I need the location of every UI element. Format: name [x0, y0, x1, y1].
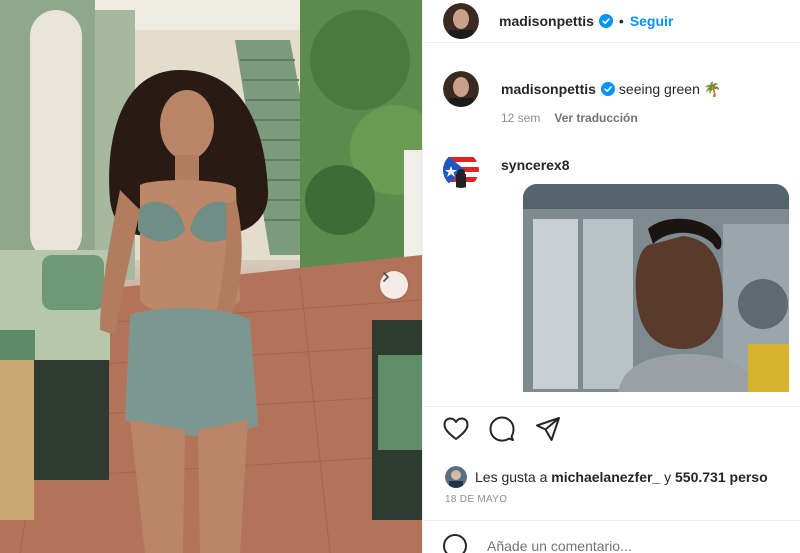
- likes-summary: Les gusta a michaelanezfer_ y 550.731 pe…: [445, 466, 768, 488]
- caption-avatar[interactable]: [443, 71, 479, 107]
- chevron-right-icon: [383, 272, 389, 282]
- likes-middle: y: [664, 469, 672, 485]
- likes-suffix[interactable]: perso: [730, 469, 768, 485]
- commenter-avatar[interactable]: [443, 152, 479, 188]
- caption-username[interactable]: madisonpettis: [501, 81, 596, 97]
- flag-avatar-image: [443, 152, 479, 188]
- post-image[interactable]: [0, 0, 422, 553]
- share-icon: [536, 417, 560, 441]
- post-photo: [0, 0, 422, 553]
- comment-icon: [489, 416, 515, 442]
- comment-button[interactable]: [487, 414, 517, 444]
- verified-icon: [598, 14, 613, 28]
- emoji-icon[interactable]: [443, 534, 467, 553]
- like-button[interactable]: [441, 414, 471, 444]
- post-actions: [423, 406, 800, 451]
- liker-username[interactable]: michaelanezfer_: [551, 469, 660, 485]
- likes-prefix: Les gusta a: [475, 469, 548, 485]
- next-image-button[interactable]: [380, 271, 408, 299]
- author-avatar[interactable]: [443, 3, 479, 39]
- avatar-image: [443, 3, 479, 39]
- commenter-username[interactable]: syncerex8: [501, 157, 570, 173]
- post-header: madisonpettis • Seguir: [423, 0, 800, 43]
- translate-link[interactable]: Ver traducción: [554, 111, 637, 125]
- likes-count[interactable]: 550.731: [675, 469, 726, 485]
- caption-text: seeing green 🌴: [618, 80, 722, 97]
- post-sidebar: madisonpettis • Seguir madisonpettis see…: [422, 0, 800, 553]
- comment-item: syncerex8: [443, 152, 793, 392]
- verified-icon: [600, 82, 615, 96]
- separator-dot: •: [618, 13, 624, 29]
- comment-gif[interactable]: [523, 184, 789, 392]
- liker-avatar-image: [445, 466, 467, 488]
- add-comment-bar: [423, 520, 800, 553]
- avatar-image: [443, 71, 479, 107]
- post-date[interactable]: 18 DE MAYO: [445, 494, 507, 505]
- comment-input[interactable]: [487, 538, 737, 553]
- follow-button[interactable]: Seguir: [630, 13, 674, 29]
- post-age: 12 sem: [501, 111, 541, 125]
- liker-avatar[interactable]: [445, 466, 467, 488]
- caption-meta: 12 sem Ver traducción: [501, 111, 638, 125]
- author-username[interactable]: madisonpettis: [499, 13, 594, 29]
- post-caption: madisonpettis seeing green 🌴 12 sem Ver t…: [443, 71, 793, 125]
- heart-icon: [443, 417, 469, 440]
- share-button[interactable]: [533, 414, 563, 444]
- gif-image: [523, 184, 789, 392]
